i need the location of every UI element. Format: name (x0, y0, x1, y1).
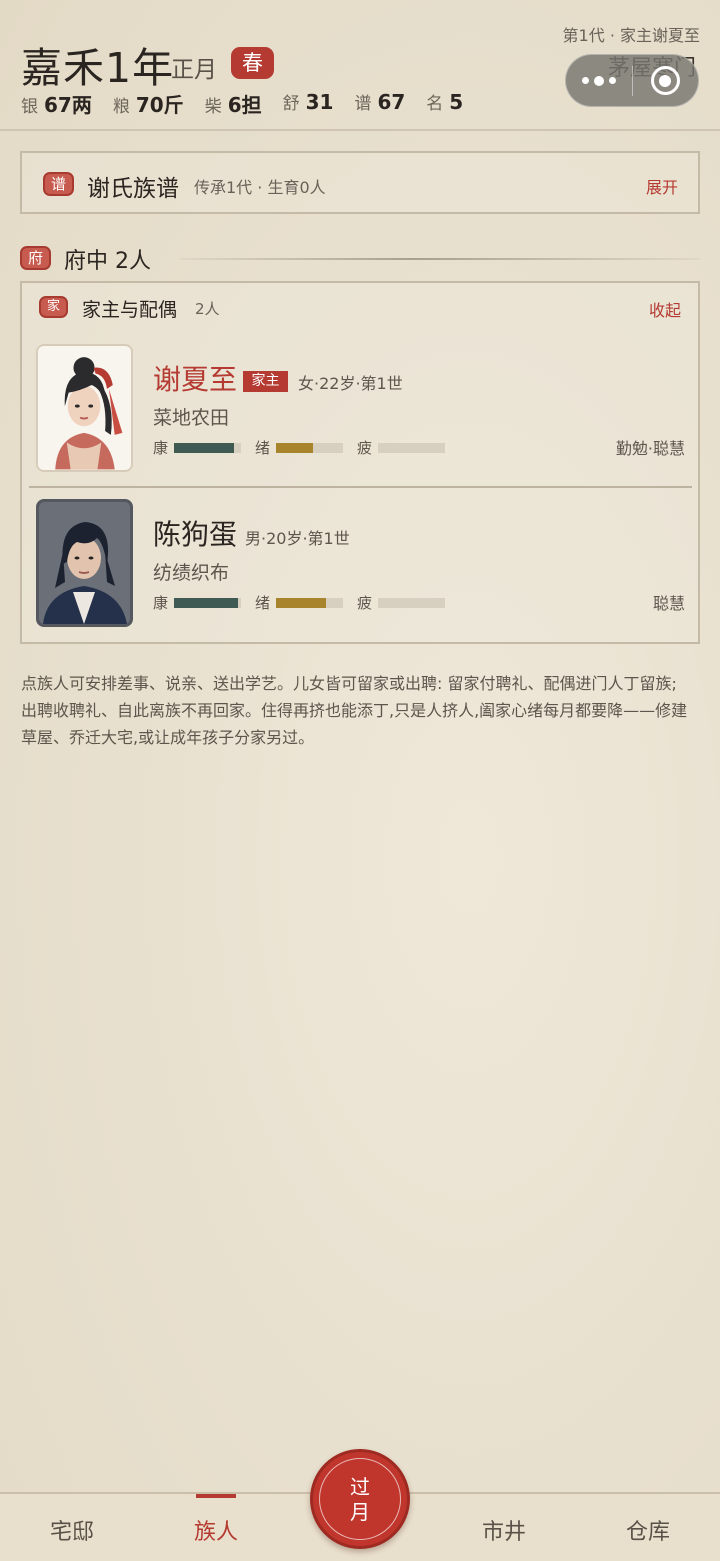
member-portrait (36, 499, 133, 627)
close-miniprogram-button[interactable] (633, 55, 699, 106)
miniprogram-capsule (565, 54, 699, 107)
health-bar: 康 (153, 437, 242, 458)
bar-track (378, 597, 446, 608)
health-bar: 康 (153, 592, 242, 613)
stat-label: 粮 (112, 97, 130, 117)
member-traits: 聪慧 (652, 594, 685, 613)
stat-grain: 粮 70斤 (113, 89, 184, 118)
bar-fill (174, 597, 238, 608)
stat-comfort: 舒 31 (283, 89, 334, 118)
stat-value: 70斤 (135, 93, 184, 117)
stat-value: 31 (305, 90, 334, 114)
family-group-title: 家主与配偶 (82, 299, 178, 321)
help-text: 点族人可安排差事、说亲、送出学艺。儿女皆可留家或出聘: 留家付聘礼、配偶进门人丁… (21, 674, 688, 747)
tab-warehouse[interactable]: 仓库 (608, 1514, 688, 1546)
fab-label-line1: 过 (350, 1475, 370, 1499)
stat-silver: 银 67两 (21, 89, 92, 118)
bar-label: 疲 (357, 594, 373, 612)
month-label: 正月 (171, 57, 217, 83)
tab-market[interactable]: 市井 (464, 1514, 544, 1546)
member-info: 女·22岁·第1世 (298, 374, 403, 393)
bar-fill (174, 442, 235, 453)
family-group-header: 家 家主与配偶 2人 收起 (22, 283, 698, 331)
collapse-button[interactable]: 收起 (649, 297, 681, 321)
bar-fill (276, 442, 313, 453)
top-header: 嘉禾1年 正月 春 银 67两 粮 70斤 柴 6担 舒 31 谱 67 名 5… (0, 0, 720, 131)
residence-title: 府中 2人 (64, 249, 151, 274)
family-group-count: 2人 (195, 300, 220, 318)
fatigue-bar: 疲 (357, 437, 446, 458)
member-status-bars: 康 绪 疲 (153, 592, 459, 613)
member-card[interactable]: 谢夏至 家主 女·22岁·第1世 菜地农田 康 绪 疲 勤勉·聪慧 (22, 333, 698, 473)
bar-label: 绪 (255, 439, 271, 457)
mood-bar: 绪 (255, 592, 344, 613)
bar-label: 疲 (357, 439, 373, 457)
mood-bar: 绪 (255, 437, 344, 458)
genealogy-title: 谢氏族谱 (87, 176, 179, 202)
stat-value: 67两 (44, 93, 92, 117)
female-portrait-icon (38, 346, 131, 470)
season-badge: 春 (231, 47, 274, 79)
bar-track (174, 597, 242, 608)
male-portrait-icon (39, 502, 130, 624)
family-seal-badge: 家 (39, 296, 68, 318)
stat-label: 名 (426, 94, 444, 114)
stat-lineage: 谱 67 (354, 89, 405, 118)
member-traits: 勤勉·聪慧 (615, 439, 685, 458)
target-icon (650, 66, 680, 95)
stat-label: 舒 (282, 94, 300, 114)
bar-fill (276, 597, 327, 608)
genealogy-subtitle: 传承1代 · 生育0人 (194, 178, 326, 197)
member-status-bars: 康 绪 疲 (153, 437, 459, 458)
stat-fame: 名 5 (426, 89, 463, 118)
genealogy-seal-badge: 谱 (43, 172, 74, 196)
fab-label: 过 月 (313, 1475, 407, 1525)
bar-track (276, 597, 344, 608)
member-job: 菜地农田 (153, 407, 230, 429)
year-title: 嘉禾1年 (21, 44, 175, 92)
fatigue-bar: 疲 (357, 592, 446, 613)
generation-info: 第1代 · 家主谢夏至 (562, 26, 700, 45)
section-divider (180, 258, 700, 260)
residence-section-header: 府 府中 2人 (20, 245, 700, 275)
residence-seal-badge: 府 (20, 246, 51, 270)
tab-clansmen[interactable]: 族人 (176, 1514, 256, 1546)
member-name: 陈狗蛋 (153, 518, 238, 551)
dot-icon (581, 77, 589, 84)
tab-residence[interactable]: 宅邸 (32, 1514, 112, 1546)
member-portrait (36, 344, 133, 472)
more-menu-button[interactable] (566, 55, 632, 106)
member-info: 男·20岁·第1世 (245, 529, 350, 548)
head-of-family-badge: 家主 (243, 371, 288, 392)
stat-firewood: 柴 6担 (205, 89, 262, 118)
member-job: 纺绩织布 (153, 562, 230, 584)
stat-label: 银 (21, 97, 38, 117)
member-name: 谢夏至 (153, 363, 238, 396)
stat-value: 6担 (227, 93, 262, 117)
active-tab-indicator (196, 1494, 236, 1498)
member-card[interactable]: 陈狗蛋 男·20岁·第1世 纺绩织布 康 绪 疲 聪慧 (22, 488, 698, 628)
genealogy-card[interactable]: 谱 谢氏族谱 传承1代 · 生育0人 展开 (20, 151, 700, 214)
stat-value: 67 (377, 90, 406, 114)
dot-icon (608, 77, 616, 84)
expand-button[interactable]: 展开 (646, 174, 678, 198)
bar-label: 康 (153, 439, 169, 457)
fab-label-line2: 月 (350, 1500, 370, 1524)
bar-label: 绪 (255, 594, 271, 612)
stat-value: 5 (449, 90, 464, 114)
bar-label: 康 (153, 594, 169, 612)
bar-track (276, 442, 344, 453)
dot-icon (593, 75, 604, 86)
bar-track (174, 442, 242, 453)
stat-label: 谱 (354, 94, 372, 114)
stat-label: 柴 (204, 97, 222, 117)
resource-stats: 银 67两 粮 70斤 柴 6担 舒 31 谱 67 名 5 (21, 89, 484, 118)
bar-track (378, 442, 446, 453)
advance-month-button[interactable]: 过 月 (310, 1449, 410, 1549)
family-group-panel: 家 家主与配偶 2人 收起 谢夏至 家主 女·22岁·第1世 菜地农田 康 绪 … (20, 281, 700, 644)
